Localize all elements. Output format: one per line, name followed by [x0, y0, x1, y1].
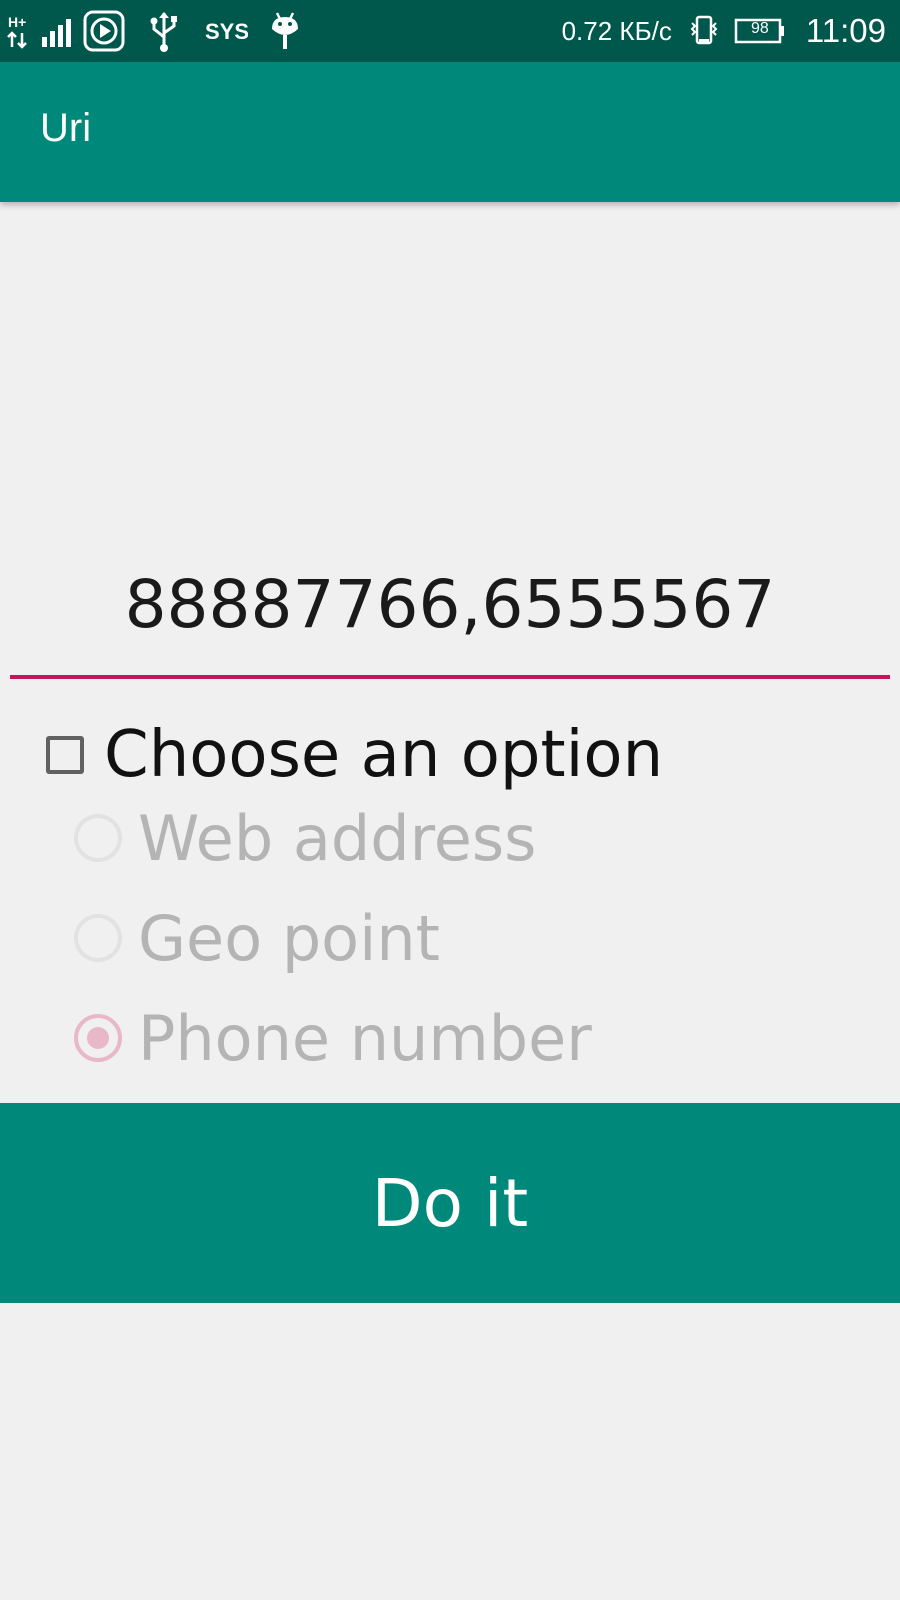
radio-geo-point-label: Geo point [138, 901, 440, 975]
android-icon [268, 9, 302, 53]
radio-phone-number-circle[interactable] [74, 1014, 122, 1062]
app-bar: Uri [0, 62, 900, 202]
choose-option-checkbox-row[interactable]: Choose an option [46, 715, 663, 795]
choose-option-label: Choose an option [104, 718, 664, 792]
status-bar: H+ SYS 0.72 КБ/с 98 11:09 [0, 0, 900, 62]
signal-icon [40, 11, 76, 51]
battery-level: 98 [750, 20, 769, 37]
radio-geo-point-circle[interactable] [74, 914, 122, 962]
radio-phone-number-label: Phone number [138, 1001, 592, 1075]
radio-web-address-label: Web address [138, 801, 537, 875]
status-right-icons: 0.72 КБ/с 98 11:09 [562, 8, 886, 54]
radio-phone-number[interactable]: Phone number [74, 993, 592, 1083]
do-it-button[interactable]: Do it [0, 1103, 900, 1303]
media-icon [82, 9, 126, 53]
battery-icon: 98 [734, 17, 786, 45]
page-title: Uri [40, 106, 92, 150]
vibrate-icon [688, 11, 720, 51]
usb-icon [146, 9, 182, 53]
choose-option-checkbox[interactable] [46, 736, 84, 774]
status-left-icons: H+ SYS [6, 8, 302, 54]
svg-text:H+: H+ [8, 14, 26, 30]
clock: 11:09 [805, 12, 886, 49]
uri-input-container [10, 540, 890, 682]
radio-web-address[interactable]: Web address [74, 793, 536, 883]
data-speed: 0.72 КБ/с [561, 15, 672, 46]
sms-icon: SYS [204, 16, 248, 46]
radio-web-address-circle[interactable] [74, 814, 122, 862]
input-underline [10, 675, 890, 679]
svg-text:SYS: SYS [205, 19, 248, 44]
network-hplus-icon: H+ [6, 11, 40, 51]
radio-selected-dot [87, 1027, 109, 1049]
uri-input[interactable] [10, 540, 890, 668]
radio-geo-point[interactable]: Geo point [74, 893, 440, 983]
